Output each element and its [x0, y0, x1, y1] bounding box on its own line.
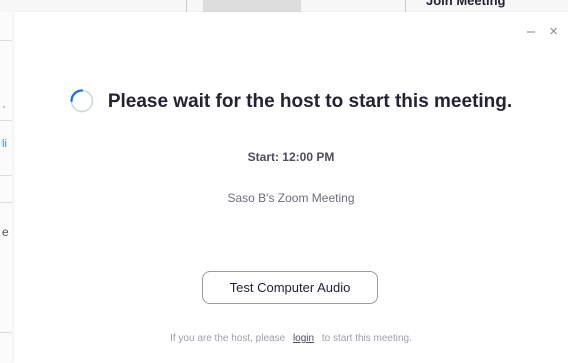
- waiting-title: Please wait for the host to start this m…: [107, 91, 513, 112]
- toolbar-divider: [186, 0, 187, 12]
- panel-chevron: ˯: [2, 95, 6, 109]
- test-computer-audio-button[interactable]: Test Computer Audio: [202, 271, 378, 304]
- meeting-name: Saso B's Zoom Meeting: [227, 191, 355, 205]
- minimize-button[interactable]: –: [527, 24, 535, 39]
- panel-divider: [0, 175, 12, 176]
- panel-divider: [0, 120, 12, 121]
- loading-spinner-icon: [70, 89, 94, 113]
- waiting-for-host-dialog: – × Please wait for the host to start th…: [14, 12, 568, 363]
- login-link[interactable]: login: [293, 333, 314, 344]
- panel-divider: [0, 332, 12, 333]
- window-controls: – ×: [527, 24, 558, 40]
- panel-text-fragment: e: [2, 225, 9, 239]
- background-header-text: Join Meeting: [426, 0, 506, 8]
- close-button[interactable]: ×: [549, 24, 558, 39]
- panel-divider: [0, 40, 12, 41]
- waiting-message-row: Please wait for the host to start this m…: [14, 89, 568, 114]
- host-note-prefix: If you are the host, please: [170, 333, 286, 344]
- toolbar-divider: [405, 0, 406, 12]
- host-login-note: If you are the host, please login to sta…: [14, 333, 568, 344]
- meeting-start-time: Start: 12:00 PM: [247, 150, 335, 164]
- panel-divider: [0, 202, 12, 203]
- host-note-suffix: to start this meeting.: [321, 333, 412, 344]
- background-left-panel: ˯ li e: [0, 12, 15, 363]
- background-tab: [203, 0, 301, 12]
- panel-link-fragment: li: [2, 138, 7, 150]
